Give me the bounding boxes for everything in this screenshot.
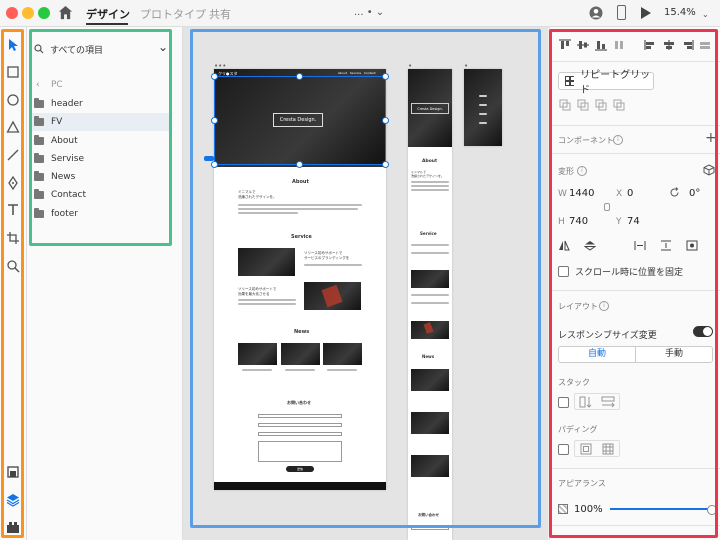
minimize-window-button[interactable] bbox=[22, 7, 34, 19]
user-account-icon[interactable] bbox=[589, 6, 603, 20]
zoom-dropdown-chevron-icon[interactable]: ⌄ bbox=[702, 10, 709, 19]
canvas-highlight bbox=[190, 29, 541, 528]
play-icon[interactable] bbox=[641, 7, 651, 19]
zoom-level[interactable]: 15.4% bbox=[664, 7, 696, 18]
inspector-highlight bbox=[549, 29, 718, 538]
close-window-button[interactable] bbox=[6, 7, 18, 19]
document-title[interactable]: ... • ⌄ bbox=[354, 7, 384, 18]
maximize-window-button[interactable] bbox=[38, 7, 50, 19]
tab-design[interactable]: デザイン bbox=[86, 6, 130, 22]
toolbar-highlight bbox=[1, 29, 24, 538]
active-tab-indicator bbox=[86, 23, 128, 25]
device-preview-icon[interactable] bbox=[617, 5, 626, 20]
tab-prototype[interactable]: プロトタイプ bbox=[140, 6, 206, 22]
layers-highlight bbox=[29, 29, 172, 246]
tab-share[interactable]: 共有 bbox=[209, 6, 231, 22]
title-bar: デザイン プロトタイプ 共有 ... • ⌄ 15.4% ⌄ bbox=[0, 0, 720, 27]
home-icon[interactable] bbox=[58, 5, 73, 20]
